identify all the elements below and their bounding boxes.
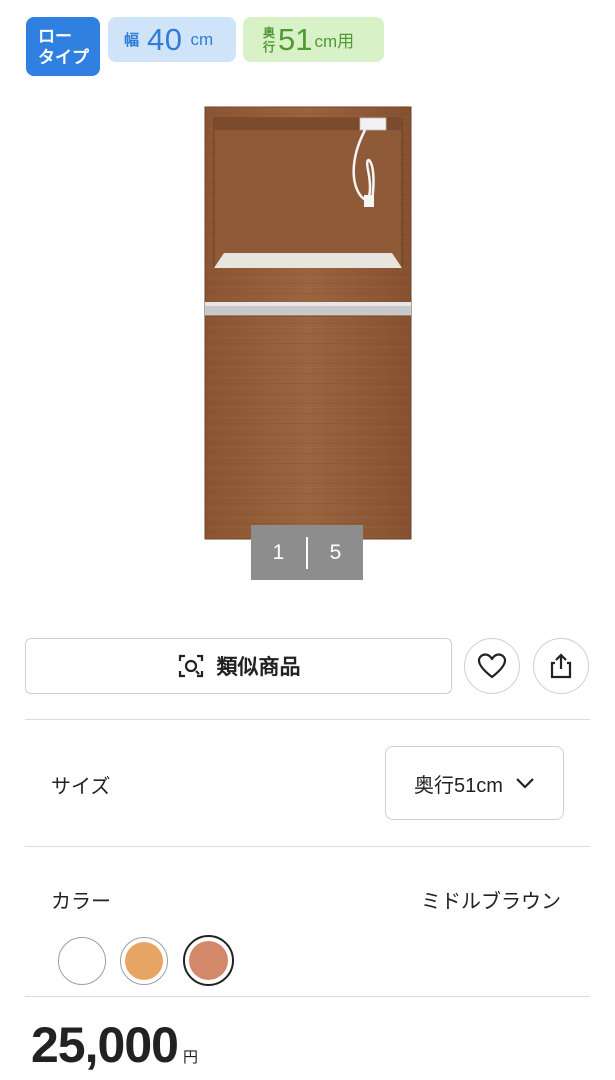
size-label: サイズ	[51, 776, 111, 798]
color-label: カラー	[51, 891, 111, 913]
price: 25,000 円	[31, 1016, 198, 1074]
similar-items-button[interactable]: 類似商品	[25, 638, 452, 694]
width-prefix: 幅	[124, 32, 140, 49]
depth-unit: cm用	[314, 32, 355, 51]
depth-prefix-bottom: 行	[263, 39, 276, 54]
product-image[interactable]	[200, 100, 415, 542]
depth-badge: 奥 行 51 cm用	[243, 17, 384, 62]
divider	[25, 996, 590, 997]
heart-icon	[477, 653, 507, 679]
color-swatch-orange[interactable]	[120, 937, 168, 985]
color-swatch-brown[interactable]	[183, 935, 234, 986]
gallery-pager: 1 5	[251, 525, 363, 580]
low-type-line2: タイプ	[38, 47, 89, 67]
chevron-down-icon	[516, 778, 534, 789]
similar-items-label: 類似商品	[216, 656, 301, 679]
favorite-button[interactable]	[464, 638, 520, 694]
price-amount: 25,000	[31, 1017, 179, 1073]
depth-prefix: 奥 行	[263, 26, 275, 54]
low-type-line1: ロー	[38, 26, 72, 46]
width-badge: 幅 40 cm	[108, 17, 236, 62]
share-icon	[550, 653, 572, 679]
low-type-badge: ロー タイプ	[26, 17, 100, 76]
swatch-fill	[125, 942, 163, 980]
size-select[interactable]: 奥行51cm	[385, 746, 564, 820]
share-button[interactable]	[533, 638, 589, 694]
divider	[25, 846, 590, 847]
color-swatch-white[interactable]	[58, 937, 106, 985]
color-selected-name: ミドルブラウン	[421, 891, 561, 913]
divider	[25, 719, 590, 720]
price-currency: 円	[182, 1049, 198, 1066]
pager-total: 5	[329, 540, 342, 564]
pager-current: 1	[272, 540, 285, 564]
width-unit: cm	[190, 29, 214, 49]
width-value: 40	[147, 21, 183, 57]
camera-search-icon	[178, 654, 203, 678]
size-selected-value: 奥行51cm	[414, 774, 503, 797]
swatch-fill	[189, 941, 228, 980]
depth-value: 51	[278, 21, 313, 57]
depth-prefix-top: 奥	[263, 25, 276, 40]
